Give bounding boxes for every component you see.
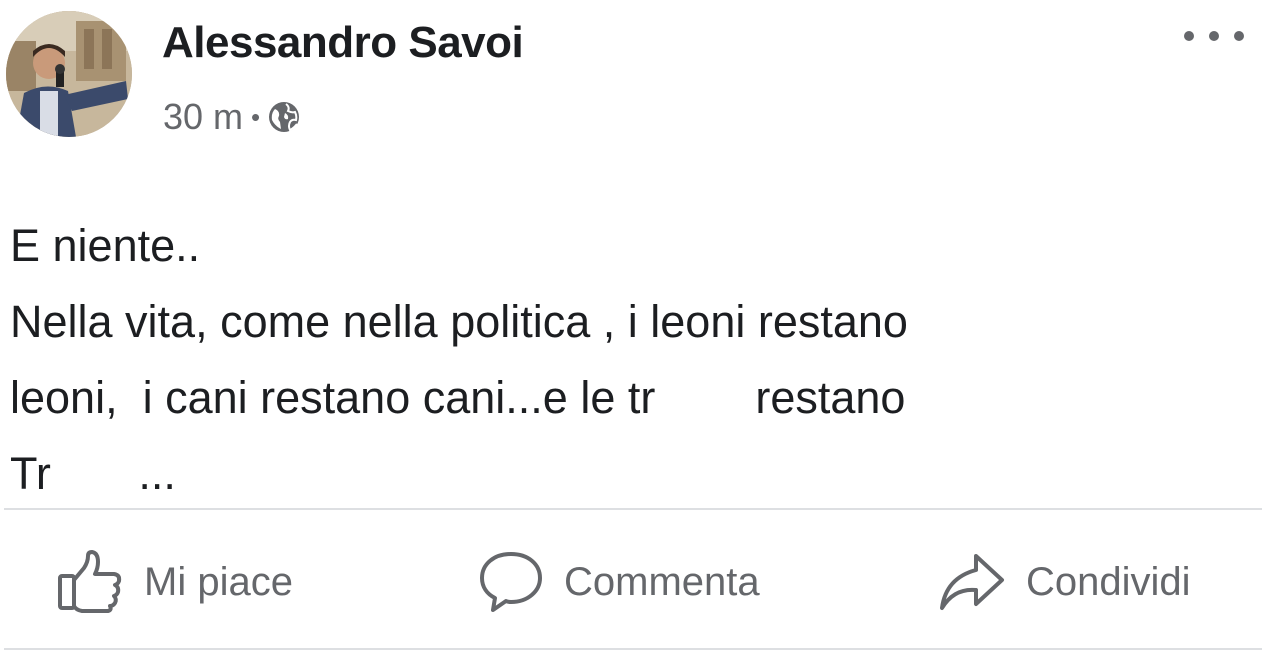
globe-icon[interactable] xyxy=(266,99,302,135)
more-dot xyxy=(1209,31,1219,41)
post-text-line: Nella vita, come nella politica , i leon… xyxy=(10,296,908,347)
avatar[interactable] xyxy=(6,11,132,137)
bottom-divider xyxy=(4,648,1262,650)
author-name[interactable]: Alessandro Savoi xyxy=(162,18,524,68)
avatar-photo xyxy=(6,11,132,137)
post-text-line: E niente.. xyxy=(10,220,201,271)
comment-button[interactable]: Commenta xyxy=(478,540,760,624)
post-time[interactable]: 30 m xyxy=(163,96,243,138)
divider xyxy=(4,508,1262,510)
comment-bubble-icon xyxy=(480,552,542,612)
share-arrow-icon xyxy=(940,554,1004,610)
share-label: Condividi xyxy=(1026,559,1191,604)
post-text-line: Tr ... xyxy=(10,448,176,499)
share-button[interactable]: Condividi xyxy=(938,540,1191,624)
post-meta: 30 m • xyxy=(163,96,302,138)
meta-separator: • xyxy=(251,101,261,132)
post-text: E niente.. Nella vita, come nella politi… xyxy=(10,208,1250,512)
like-button[interactable]: Mi piace xyxy=(56,540,293,624)
thumbs-up-icon xyxy=(58,550,122,613)
like-label: Mi piace xyxy=(144,559,293,604)
more-options-icon[interactable] xyxy=(1184,26,1244,46)
post-text-line: leoni, i cani restano cani...e le tr res… xyxy=(10,372,906,423)
more-dot xyxy=(1234,31,1244,41)
more-dot xyxy=(1184,31,1194,41)
comment-label: Commenta xyxy=(564,559,760,604)
facebook-post: Alessandro Savoi 30 m • E niente.. Nella… xyxy=(0,0,1280,654)
action-bar: Mi piace Commenta Condividi xyxy=(0,540,1280,624)
